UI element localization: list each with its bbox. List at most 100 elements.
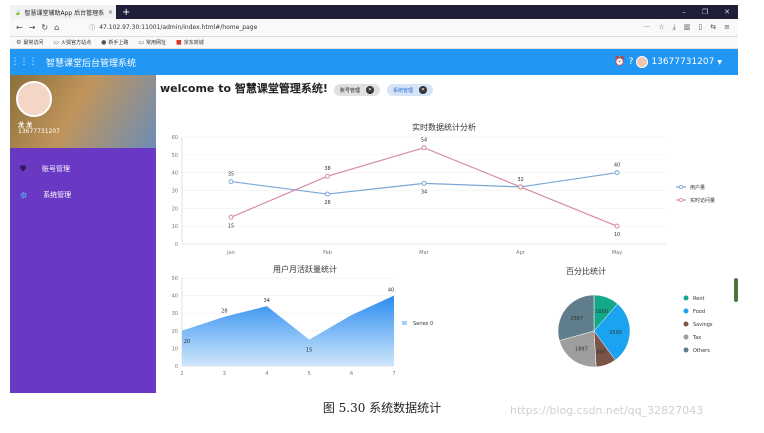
slice-label: 800 [597, 349, 607, 355]
restore-icon[interactable]: ❐ [702, 8, 708, 16]
legend-swatch [683, 321, 689, 327]
header-user-phone[interactable]: 13677731207 [651, 57, 714, 67]
app-header: ⋮⋮⋮ 智慧课堂后台管理系统 ⏰ ? 13677731207 ▼ [10, 49, 738, 75]
legend-swatch [683, 308, 689, 314]
close-window-icon[interactable]: ✕ [724, 8, 730, 16]
apps-grid-icon[interactable]: ⋮⋮⋮ [10, 57, 38, 67]
bookmark-item[interactable]: ■ 京东商城 [176, 39, 204, 46]
sidebar-item-system[interactable]: ⚙ 系统管理 [10, 182, 156, 208]
profile-banner: 龙 龙 13677731207 [10, 75, 156, 148]
header-user[interactable]: ⏰ ? 13677731207 ▼ [614, 56, 738, 68]
legend-marker [679, 185, 684, 190]
leaf-icon: 🍃 [14, 8, 22, 16]
browser-tab-bar: 🍃 智慧课堂辅助App 后台管理系 × + – ❐ ✕ [10, 5, 738, 19]
folder-icon: ▭ [53, 39, 60, 46]
data-label: 54 [421, 138, 427, 144]
data-label: 40 [614, 163, 620, 169]
slice-label: 2500 [609, 330, 622, 336]
data-label: 28 [221, 309, 227, 315]
menu-icon[interactable]: ≡ [724, 23, 730, 32]
x-tick-label: May [612, 250, 622, 256]
x-tick-label: Mar [419, 250, 429, 256]
jd-icon: ■ [176, 39, 182, 46]
legend-swatch [683, 334, 689, 340]
scroll-handle[interactable] [734, 278, 738, 302]
sidebar-item-account[interactable]: ⛊ 账号管理 [10, 156, 156, 182]
legend-swatch [402, 321, 407, 325]
browser-tab-title: 智慧课堂辅助App 后台管理系 [24, 9, 105, 17]
data-point [421, 145, 427, 151]
y-tick-label: 10 [172, 346, 178, 352]
bell-icon[interactable]: ⏰ [614, 57, 625, 67]
data-label: 34 [421, 189, 427, 195]
info-icon[interactable]: ⓘ [89, 23, 95, 32]
data-label: 38 [324, 166, 330, 172]
bookmark-item[interactable]: ● 新手上路 [101, 39, 128, 46]
new-tab-button[interactable]: + [122, 7, 130, 18]
y-tick-label: 10 [172, 224, 178, 230]
reload-icon[interactable]: ↻ [41, 23, 48, 32]
more-icon[interactable]: ··· [644, 23, 651, 32]
main-content: welcome to 智慧课堂管理系统! 账号管理 ✕ 系统管理 ✕ 实时数据统… [156, 75, 738, 393]
legend-label: Savings [693, 322, 713, 328]
profile-phone: 13677731207 [18, 128, 60, 135]
close-icon[interactable]: ✕ [419, 86, 428, 94]
data-label: 40 [388, 288, 394, 294]
help-icon[interactable]: ? [629, 57, 634, 67]
close-tab-icon[interactable]: × [108, 9, 113, 16]
data-point [228, 179, 234, 185]
home-icon[interactable]: ⌂ [54, 23, 59, 32]
watermark: https://blog.csdn.net/qq_32827043 [510, 404, 704, 417]
url-text[interactable]: 47.102.97.30:11001/admin/index.html#/hom… [99, 24, 257, 31]
bookmark-star-icon[interactable]: ☆ [658, 23, 664, 32]
bookmark-item[interactable]: ⚙ 最常访问 [16, 39, 43, 46]
sidebar-item-label: 账号管理 [42, 165, 70, 173]
data-label: 28 [324, 200, 330, 206]
legend-label: Others [693, 348, 710, 354]
gear-icon: ⚙ [20, 190, 28, 200]
library-icon[interactable]: ▥ [684, 23, 691, 32]
sync-icon[interactable]: ⇆ [710, 23, 716, 32]
folder-icon: ▭ [138, 39, 145, 46]
bookmark-item[interactable]: ▭ 常用网址 [138, 39, 166, 46]
close-icon[interactable]: ✕ [366, 86, 375, 94]
nav-buttons: ← → ↻ ⌂ [10, 23, 59, 32]
avatar[interactable] [636, 56, 649, 68]
data-point [518, 184, 523, 190]
tab-account[interactable]: 账号管理 ✕ [334, 84, 380, 96]
x-tick-label: 4 [265, 371, 268, 377]
legend-label: 用户量 [690, 184, 705, 191]
download-icon[interactable]: ⤓ [673, 23, 676, 32]
tab-label: 账号管理 [340, 87, 361, 94]
y-tick-label: 50 [172, 276, 178, 282]
minimize-icon[interactable]: – [682, 8, 686, 16]
forward-icon[interactable]: → [29, 23, 36, 32]
sidebar-toggle-icon[interactable]: ▯ [698, 23, 702, 32]
y-tick-label: 20 [172, 329, 178, 335]
chevron-down-icon[interactable]: ▼ [717, 59, 722, 66]
data-label: 34 [264, 298, 270, 304]
x-tick-label: Apr [516, 250, 526, 256]
y-tick-label: 0 [175, 364, 178, 370]
back-icon[interactable]: ← [16, 23, 23, 32]
data-label: 15 [306, 348, 312, 354]
data-point [325, 191, 330, 197]
welcome-title: welcome to 智慧课堂管理系统! [160, 82, 328, 95]
bookmark-item[interactable]: ▭ 火狐官方站点 [53, 39, 91, 46]
tab-system[interactable]: 系统管理 ✕ [387, 84, 433, 96]
sidebar-item-label: 系统管理 [43, 191, 72, 199]
data-label: 32 [517, 177, 523, 183]
line-chart: 0 10 20 30 40 50 60 Jan Feb Mar Apr May 35 28 34 32 40 15… [172, 135, 715, 256]
x-tick-label: 6 [350, 371, 353, 377]
y-tick-label: 20 [172, 206, 178, 212]
browser-toolbar: ← → ↻ ⌂ ⓘ 47.102.97.30:11001/admin/index… [10, 19, 738, 37]
legend-label: Series 0 [413, 321, 433, 327]
data-point [421, 180, 427, 186]
legend-label: 实时访问量 [690, 197, 715, 204]
address-bar[interactable]: ⓘ 47.102.97.30:11001/admin/index.html#/h… [89, 23, 644, 32]
browser-tab[interactable]: 🍃 智慧课堂辅助App 后台管理系 × [10, 5, 116, 19]
toolbar-right: ··· ☆ ⤓ ▥ ▯ ⇆ ≡ [644, 23, 738, 32]
series-line [230, 147, 618, 227]
y-tick-label: 40 [172, 171, 178, 177]
legend-swatch [683, 295, 689, 301]
